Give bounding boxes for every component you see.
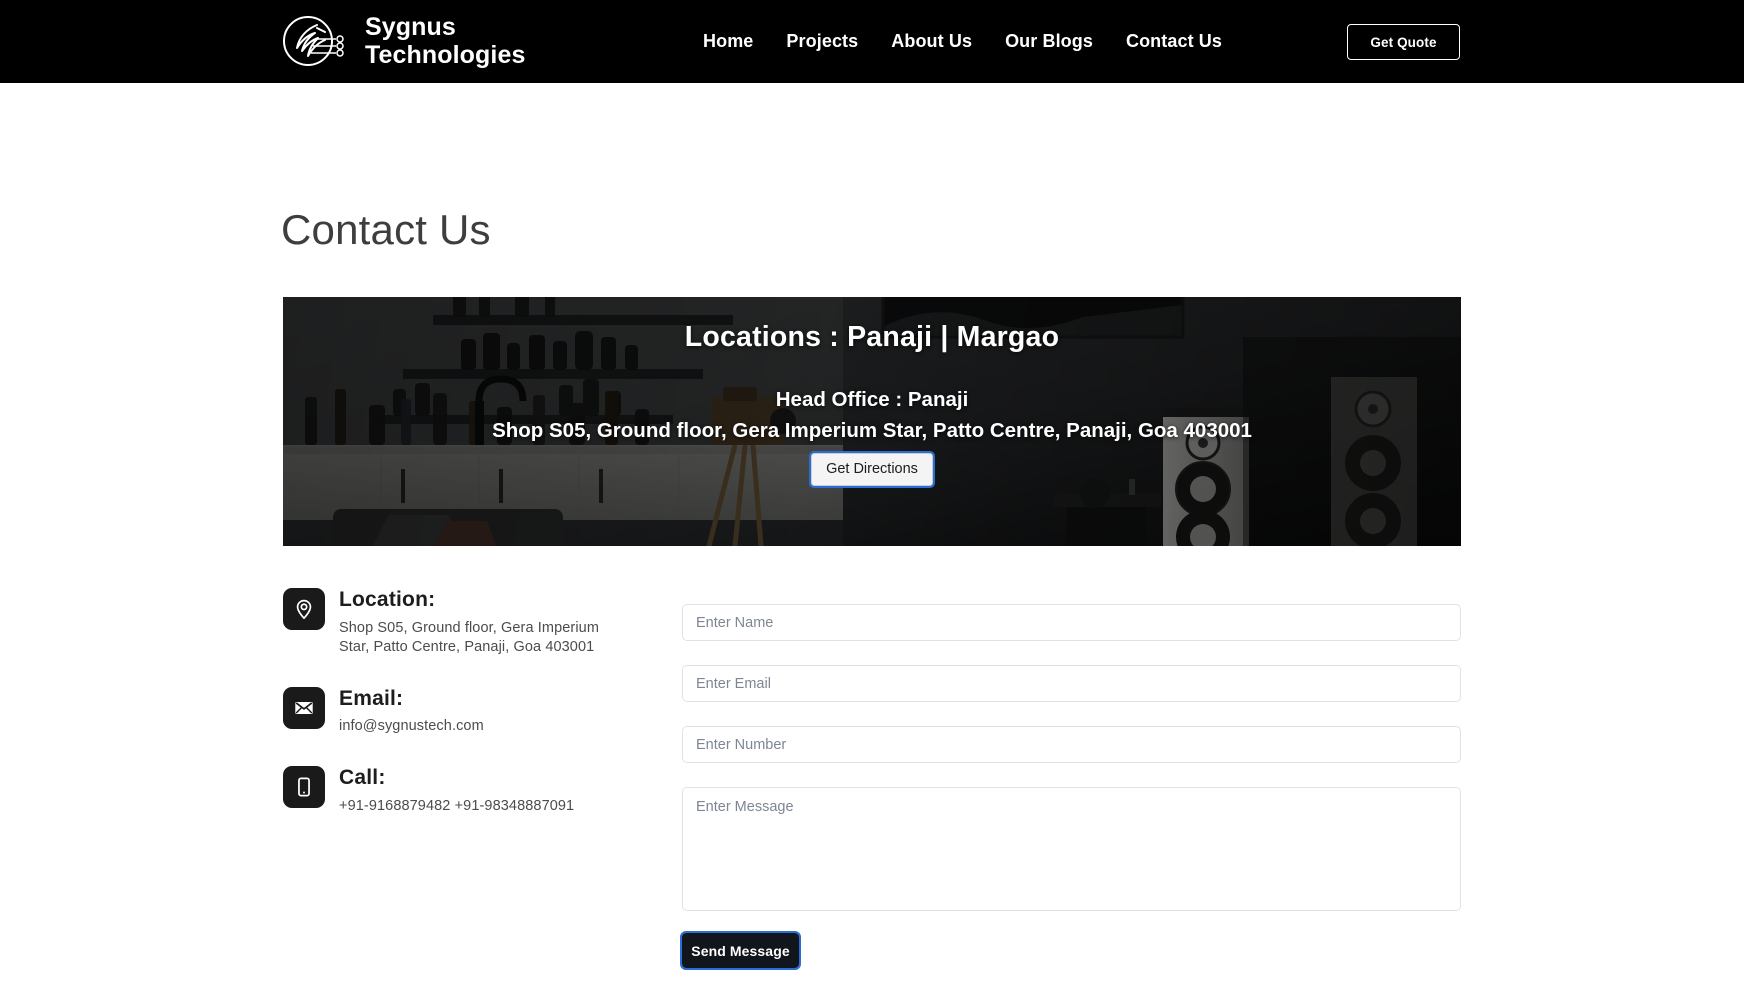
hero-content: Locations : Panaji | Margao Head Office … xyxy=(283,297,1461,546)
hero-address-text: Shop S05, Ground floor, Gera Imperium St… xyxy=(492,419,1252,442)
nav-item-projects[interactable]: Projects xyxy=(786,31,858,52)
site-header: Sygnus Technologies Home Projects About … xyxy=(0,0,1744,83)
contact-info-value: Shop S05, Ground floor, Gera Imperium St… xyxy=(339,619,599,655)
page-title: Contact Us xyxy=(281,206,491,253)
brand-name: Sygnus Technologies xyxy=(365,13,526,69)
contact-form: Send Message xyxy=(680,604,1461,970)
contact-info-label: Call: xyxy=(339,766,386,790)
contact-info-label: Email: xyxy=(339,686,404,710)
get-quote-button[interactable]: Get Quote xyxy=(1347,24,1460,60)
contact-info-call: Call: +91-9168879482 +91-98348887091 xyxy=(283,766,613,816)
contact-info-location: Location: Shop S05, Ground floor, Gera I… xyxy=(283,588,613,657)
contact-info-email: Email: info@sygnustech.com xyxy=(283,686,613,737)
nav-item-our-blogs[interactable]: Our Blogs xyxy=(1005,31,1093,52)
nav-item-home[interactable]: Home xyxy=(703,31,753,52)
contact-info-value[interactable]: info@sygnustech.com xyxy=(339,717,613,736)
contact-info-list: Location: Shop S05, Ground floor, Gera I… xyxy=(283,588,613,846)
email-input[interactable] xyxy=(682,665,1461,702)
envelope-icon xyxy=(283,686,325,729)
hero-head-office-label: Head Office : Panaji xyxy=(775,388,969,411)
sygnus-bird-circuit-logo-icon xyxy=(281,8,349,74)
map-pin-icon xyxy=(283,588,325,630)
nav-item-contact-us[interactable]: Contact Us xyxy=(1126,31,1222,52)
get-directions-button[interactable]: Get Directions xyxy=(809,451,935,488)
message-textarea[interactable] xyxy=(682,787,1461,911)
contact-info-label: Location: xyxy=(339,588,436,611)
main-navigation: Home Projects About Us Our Blogs Contact… xyxy=(703,0,1222,83)
number-input[interactable] xyxy=(682,726,1461,763)
hero-locations-heading: Locations : Panaji | Margao xyxy=(684,321,1060,353)
mobile-phone-icon xyxy=(283,766,325,809)
contact-info-value[interactable]: +91-9168879482 +91-98348887091 xyxy=(339,797,613,816)
location-hero-banner: Locations : Panaji | Margao Head Office … xyxy=(283,297,1461,546)
nav-item-about-us[interactable]: About Us xyxy=(891,31,972,52)
name-input[interactable] xyxy=(682,604,1461,641)
send-message-button[interactable]: Send Message xyxy=(680,931,801,970)
brand-logo-block[interactable]: Sygnus Technologies xyxy=(281,8,525,74)
